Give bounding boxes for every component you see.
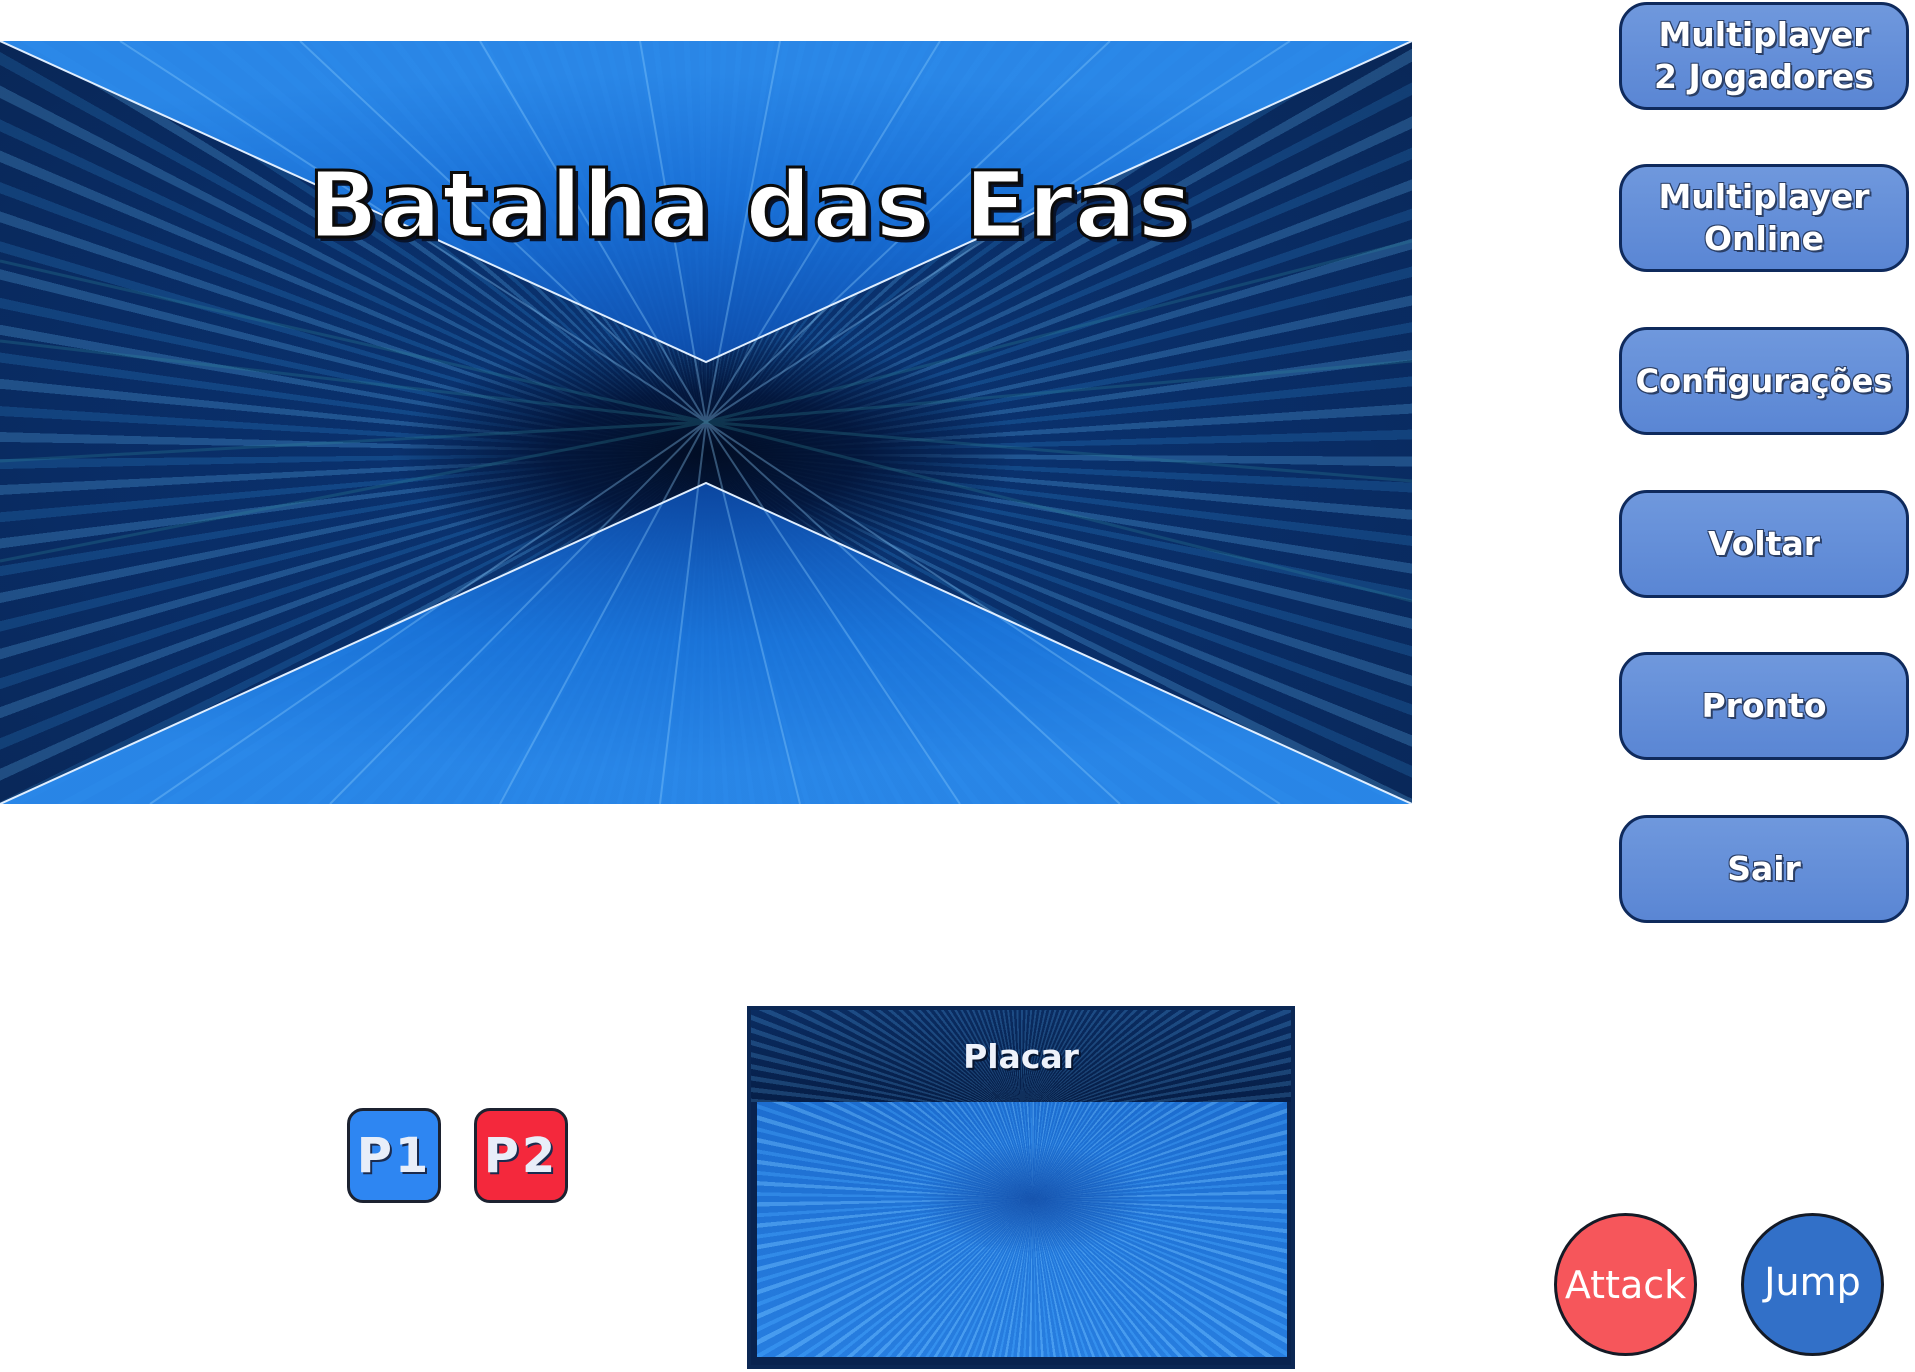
scoreboard-title: Placar: [963, 1036, 1079, 1076]
jump-label: Jump: [1764, 1259, 1861, 1304]
scoreboard-body: [757, 1102, 1287, 1357]
attack-button[interactable]: Attack: [1554, 1213, 1697, 1356]
menu-button-multiplayer-online[interactable]: Multiplayer Online: [1619, 164, 1909, 272]
menu-button-multiplayer-local[interactable]: Multiplayer 2 Jogadores: [1619, 2, 1909, 110]
scoreboard-panel: Placar: [747, 1006, 1295, 1369]
attack-label: Attack: [1564, 1262, 1687, 1307]
menu-button-label: Multiplayer Online: [1658, 176, 1870, 258]
player-2-badge[interactable]: P2: [474, 1108, 568, 1203]
menu-button-label: Multiplayer 2 Jogadores: [1654, 14, 1874, 96]
menu-button-label: Voltar: [1707, 523, 1821, 563]
menu-button-label: Sair: [1727, 848, 1801, 888]
title-banner: Batalha das Eras: [0, 41, 1412, 804]
menu-button-exit[interactable]: Sair: [1619, 815, 1909, 923]
menu-button-settings[interactable]: Configurações: [1619, 327, 1909, 435]
scoreboard-header: Placar: [751, 1010, 1291, 1102]
menu-button-label: Configurações: [1635, 361, 1893, 400]
player-1-label: P1: [356, 1127, 432, 1184]
game-title: Batalha das Eras: [306, 151, 1194, 261]
menu-button-back[interactable]: Voltar: [1619, 490, 1909, 598]
jump-button[interactable]: Jump: [1741, 1213, 1884, 1356]
menu-button-label: Pronto: [1701, 685, 1827, 725]
menu-button-ready[interactable]: Pronto: [1619, 652, 1909, 760]
player-1-badge[interactable]: P1: [347, 1108, 441, 1203]
player-2-label: P2: [483, 1127, 559, 1184]
